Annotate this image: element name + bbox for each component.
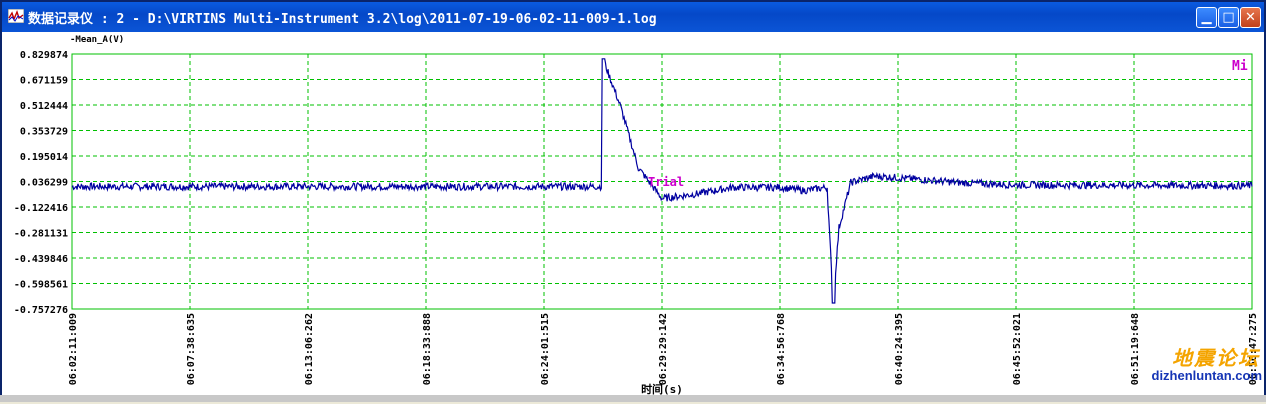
x-tick-label: 06:24:01:515 — [540, 313, 551, 385]
watermark-cn: 地震论坛 — [1172, 346, 1260, 370]
y-tick-label: -0.757276 — [14, 305, 68, 316]
bottom-border — [0, 395, 1266, 402]
y-tick-label: -0.281131 — [14, 229, 68, 240]
x-tick-label: 06:18:33:888 — [422, 313, 433, 385]
waveform-app-icon — [8, 9, 24, 23]
watermark-en: dizhenluntan.com — [1151, 368, 1263, 383]
y-tick-label: 0.671159 — [20, 76, 68, 87]
x-axis-label: 时间(s) — [641, 382, 683, 396]
y-tick-label: -0.598561 — [14, 280, 68, 291]
close-icon: ✕ — [1245, 10, 1256, 25]
maximize-button[interactable]: □ — [1218, 7, 1239, 28]
y-tick-labels: 0.829874 0.671159 0.512444 0.353729 0.195014… — [14, 50, 68, 316]
data-logger-window: 数据记录仪 : 2 - D:\VIRTINS Multi-Instrument … — [0, 0, 1266, 402]
x-tick-label: 06:40:24:395 — [894, 313, 905, 385]
x-tick-label: 06:51:19:648 — [1130, 313, 1141, 385]
close-button[interactable]: ✕ — [1240, 7, 1261, 28]
x-tick-label: 06:07:38:635 — [186, 313, 197, 385]
y-tick-label: 0.829874 — [20, 50, 68, 61]
x-tick-label: 06:34:56:768 — [776, 313, 787, 385]
chart-svg[interactable]: -Mean_A(V) 0.829874 0.671159 0.512444 0.353… — [2, 32, 1264, 400]
trial-annotation: Trial — [648, 175, 684, 189]
x-tick-label: 06:02:11:009 — [68, 313, 79, 385]
minimize-icon: ▁ — [1201, 10, 1212, 25]
x-tick-label: 06:29:29:142 — [658, 313, 669, 385]
window-title: 数据记录仪 : 2 - D:\VIRTINS Multi-Instrument … — [28, 12, 657, 27]
x-tick-label: 06:45:52:021 — [1012, 313, 1023, 385]
y-tick-label: 0.353729 — [20, 127, 68, 138]
chart-area[interactable]: -Mean_A(V) 0.829874 0.671159 0.512444 0.353… — [2, 32, 1264, 400]
x-tick-labels: 06:02:11:009 06:07:38:635 06:13:06:262 06:1… — [68, 313, 1259, 385]
y-tick-label: -0.439846 — [14, 254, 68, 265]
title-bar[interactable]: 数据记录仪 : 2 - D:\VIRTINS Multi-Instrument … — [2, 2, 1264, 32]
minimize-button[interactable]: ▁ — [1196, 7, 1217, 28]
corner-label: Mi — [1232, 59, 1248, 74]
y-axis-label: -Mean_A(V) — [70, 35, 124, 45]
x-tick-label: 06:13:06:262 — [304, 313, 315, 385]
y-tick-label: 0.036299 — [20, 178, 68, 189]
watermark: 地震论坛 dizhenluntan.com — [1151, 342, 1266, 390]
y-tick-label: -0.122416 — [14, 203, 68, 214]
maximize-icon: □ — [1222, 10, 1235, 25]
y-tick-label: 0.195014 — [20, 152, 68, 163]
y-tick-label: 0.512444 — [20, 101, 68, 112]
